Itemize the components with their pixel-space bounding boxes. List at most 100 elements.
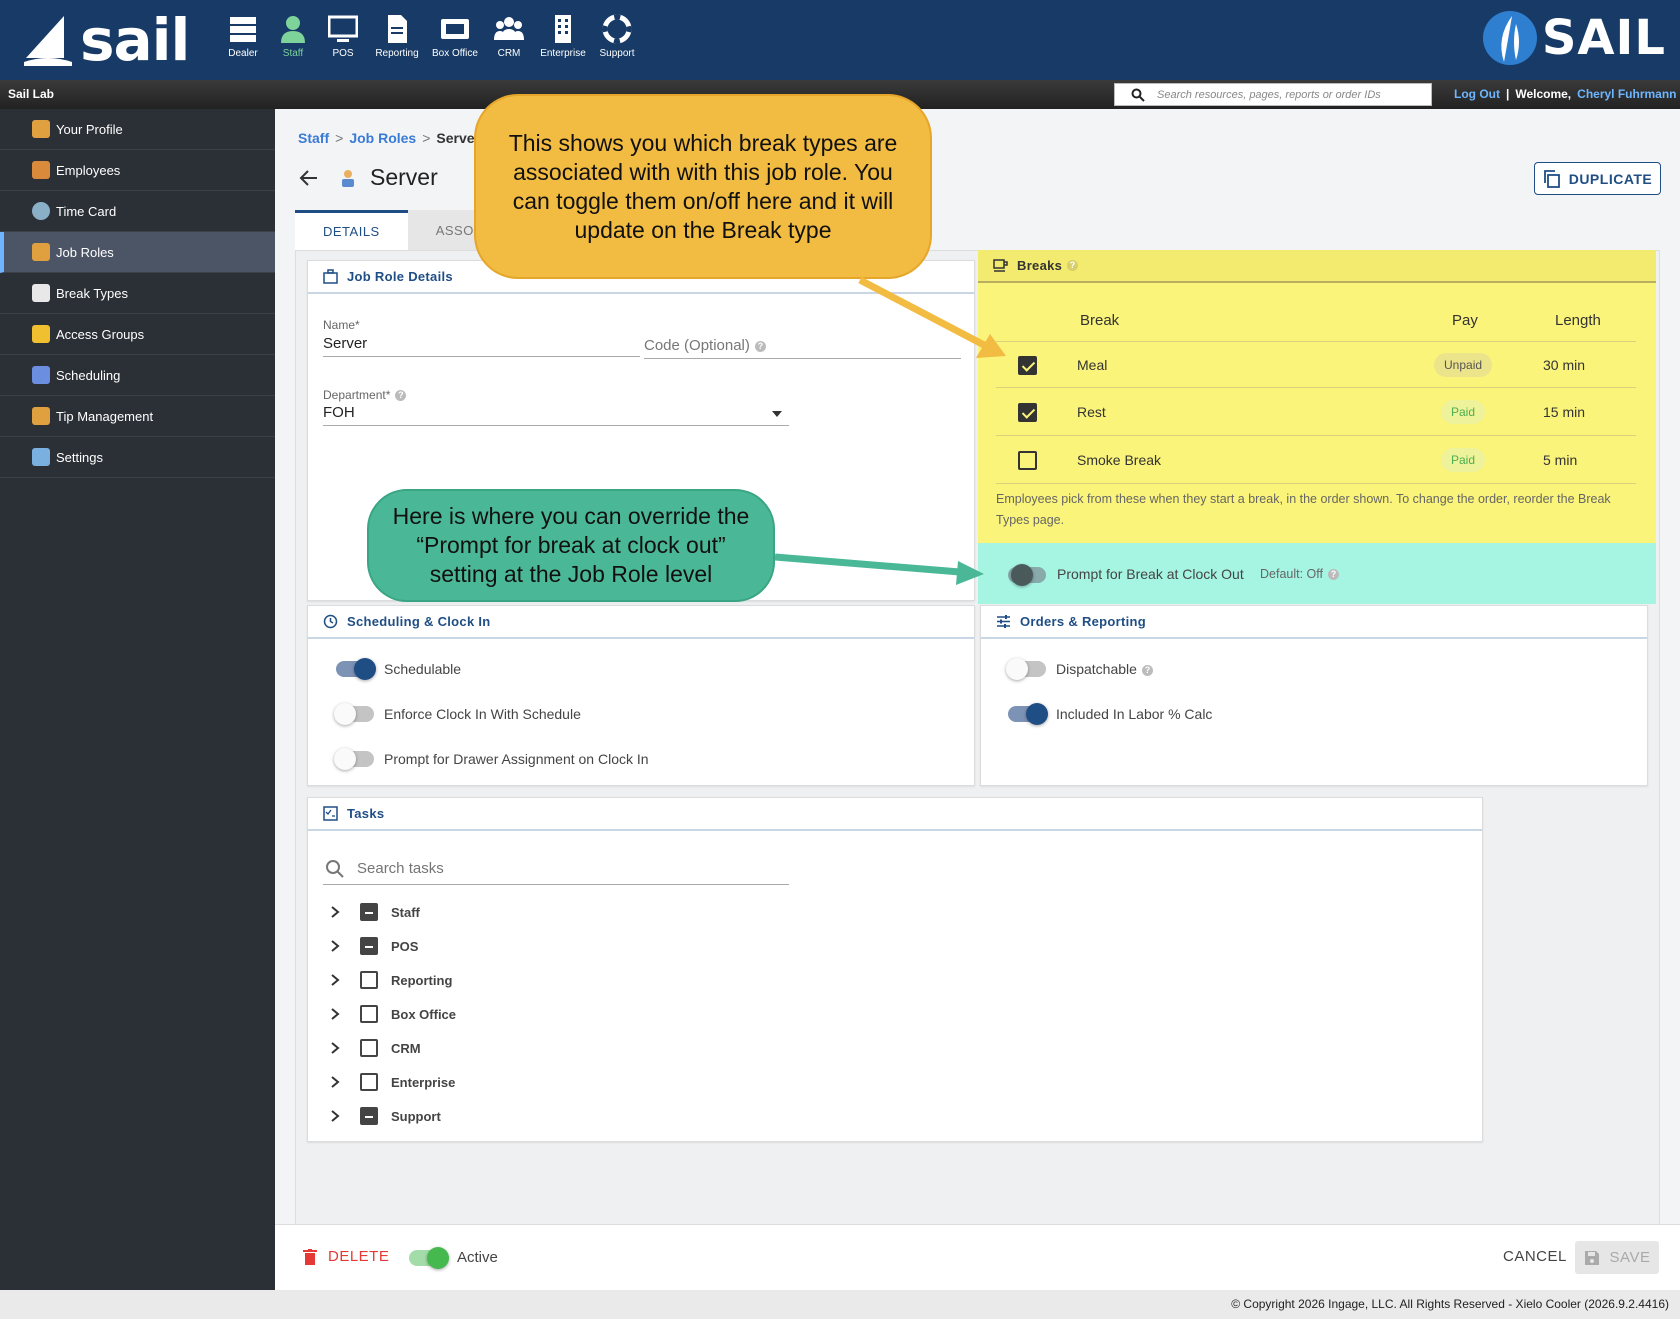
sidebar-item-label: Break Types — [56, 285, 129, 301]
drawer-assignment-toggle[interactable] — [334, 748, 374, 770]
department-select[interactable]: FOH — [323, 404, 789, 426]
card-title: Tasks — [347, 806, 385, 821]
sidebar-item-label: Access Groups — [56, 326, 145, 342]
duplicate-label: DUPLICATE — [1568, 170, 1653, 187]
brand-logo: SAIL — [1482, 10, 1666, 66]
sidebar-item-settings[interactable]: Settings — [0, 437, 275, 478]
task-checkbox[interactable] — [360, 971, 378, 989]
help-icon[interactable]: ? — [395, 390, 407, 402]
user-links: Log Out | Welcome, Cheryl Fuhrmann — [1454, 87, 1677, 101]
help-icon[interactable]: ? — [1067, 260, 1079, 271]
nav-label: POS — [332, 48, 354, 59]
break-length: 15 min — [1543, 404, 1586, 420]
welcome-text: Welcome, — [1515, 87, 1572, 101]
help-icon[interactable]: ? — [1141, 664, 1153, 676]
back-arrow-icon[interactable] — [298, 167, 320, 189]
department-value: FOH — [323, 404, 355, 421]
sidebar-item-access-groups[interactable]: Access Groups — [0, 314, 275, 355]
task-row[interactable]: Enterprise — [328, 1072, 455, 1092]
chevron-right-icon[interactable] — [328, 1109, 342, 1123]
sidebar-item-scheduling[interactable]: Scheduling — [0, 355, 275, 396]
pay-column-header: Pay — [1452, 312, 1478, 329]
cancel-button[interactable]: CANCEL — [1503, 1248, 1567, 1265]
task-checkbox[interactable] — [360, 1005, 378, 1023]
nav-reporting[interactable]: Reporting — [372, 14, 422, 59]
dispatchable-toggle[interactable] — [1006, 658, 1046, 680]
nav-enterprise[interactable]: Enterprise — [538, 14, 588, 59]
nav-staff[interactable]: Staff — [272, 14, 314, 59]
active-toggle[interactable] — [409, 1247, 449, 1269]
task-row[interactable]: POS — [328, 936, 418, 956]
enforce-clock-in-label: Enforce Clock In With Schedule — [384, 706, 581, 722]
duplicate-button[interactable]: DUPLICATE — [1534, 162, 1661, 195]
chevron-right-icon[interactable] — [328, 1007, 342, 1021]
user-name-link[interactable]: Cheryl Fuhrmann — [1577, 87, 1676, 101]
save-button[interactable]: SAVE — [1575, 1241, 1659, 1274]
server-role-icon — [342, 169, 354, 187]
ticket-icon — [441, 19, 469, 39]
chevron-right-icon[interactable] — [328, 1075, 342, 1089]
task-checkbox[interactable] — [360, 1107, 378, 1125]
card-title: Orders & Reporting — [1020, 614, 1147, 629]
tab-details[interactable]: DETAILS — [295, 210, 408, 250]
break-checkbox-smoke-break[interactable] — [1018, 451, 1037, 470]
prompt-break-toggle[interactable] — [1008, 564, 1046, 586]
task-checkbox[interactable] — [360, 1039, 378, 1057]
task-row[interactable]: Reporting — [328, 970, 452, 990]
break-name: Rest — [1077, 404, 1106, 420]
task-search[interactable] — [323, 853, 789, 885]
delete-button[interactable]: DELETE — [302, 1248, 389, 1265]
chevron-right-icon[interactable] — [328, 905, 342, 919]
logout-link[interactable]: Log Out — [1454, 87, 1500, 101]
help-icon[interactable]: ? — [754, 340, 766, 352]
break-checkbox-rest[interactable] — [1018, 403, 1037, 422]
code-field[interactable]: Code (Optional)? — [644, 337, 961, 359]
labor-calc-toggle[interactable] — [1008, 703, 1048, 725]
help-icon[interactable]: ? — [1328, 569, 1339, 581]
global-search[interactable] — [1114, 83, 1432, 106]
prompt-break-label: Prompt for Break at Clock Out — [1057, 566, 1244, 582]
card-title: Scheduling & Clock In — [347, 614, 491, 629]
sidebar-item-employees[interactable]: Employees — [0, 150, 275, 191]
length-column-header: Length — [1555, 312, 1601, 329]
site-name: Sail Lab — [8, 87, 55, 101]
sidebar-item-tip-management[interactable]: Tip Management — [0, 396, 275, 437]
schedulable-label: Schedulable — [384, 661, 462, 677]
breadcrumb-job-roles[interactable]: Job Roles — [349, 130, 416, 146]
nav-pos[interactable]: POS — [322, 14, 364, 59]
search-icon — [1131, 88, 1145, 102]
task-checkbox[interactable] — [360, 937, 378, 955]
task-row[interactable]: Box Office — [328, 1004, 456, 1024]
global-search-input[interactable] — [1157, 88, 1427, 101]
lifebuoy-icon — [602, 14, 632, 44]
breadcrumb-staff[interactable]: Staff — [298, 130, 329, 146]
break-checkbox-meal[interactable] — [1018, 356, 1037, 375]
chevron-right-icon[interactable] — [328, 973, 342, 987]
nav-box-office[interactable]: Box Office — [430, 14, 480, 59]
nav-support[interactable]: Support — [596, 14, 638, 59]
nav-dealer[interactable]: Dealer — [222, 14, 264, 59]
sidebar-item-job-roles[interactable]: Job Roles — [0, 232, 275, 273]
sidebar-item-label: Job Roles — [56, 244, 114, 260]
schedulable-toggle[interactable] — [336, 658, 376, 680]
task-row[interactable]: Support — [328, 1106, 441, 1126]
nav-crm[interactable]: CRM — [488, 14, 530, 59]
task-name: Box Office — [391, 1006, 457, 1022]
sidebar-item-your-profile[interactable]: Your Profile — [0, 109, 275, 150]
sidebar-item-break-types[interactable]: Break Types — [0, 273, 275, 314]
card-header: Scheduling & Clock In — [308, 606, 974, 639]
task-row[interactable]: Staff — [328, 902, 420, 922]
task-checkbox[interactable] — [360, 903, 378, 921]
enforce-clock-in-toggle[interactable] — [334, 703, 374, 725]
name-field[interactable]: Server — [323, 335, 640, 357]
sail-logo[interactable]: sail — [22, 10, 190, 70]
task-search-input[interactable] — [357, 860, 777, 877]
page-header: Server — [298, 164, 438, 191]
task-name: Staff — [391, 904, 420, 920]
chevron-right-icon[interactable] — [328, 1041, 342, 1055]
sidebar-item-time-card[interactable]: Time Card — [0, 191, 275, 232]
task-checkbox[interactable] — [360, 1073, 378, 1091]
task-row[interactable]: CRM — [328, 1038, 421, 1058]
chevron-right-icon[interactable] — [328, 939, 342, 953]
profile-icon — [32, 120, 50, 138]
